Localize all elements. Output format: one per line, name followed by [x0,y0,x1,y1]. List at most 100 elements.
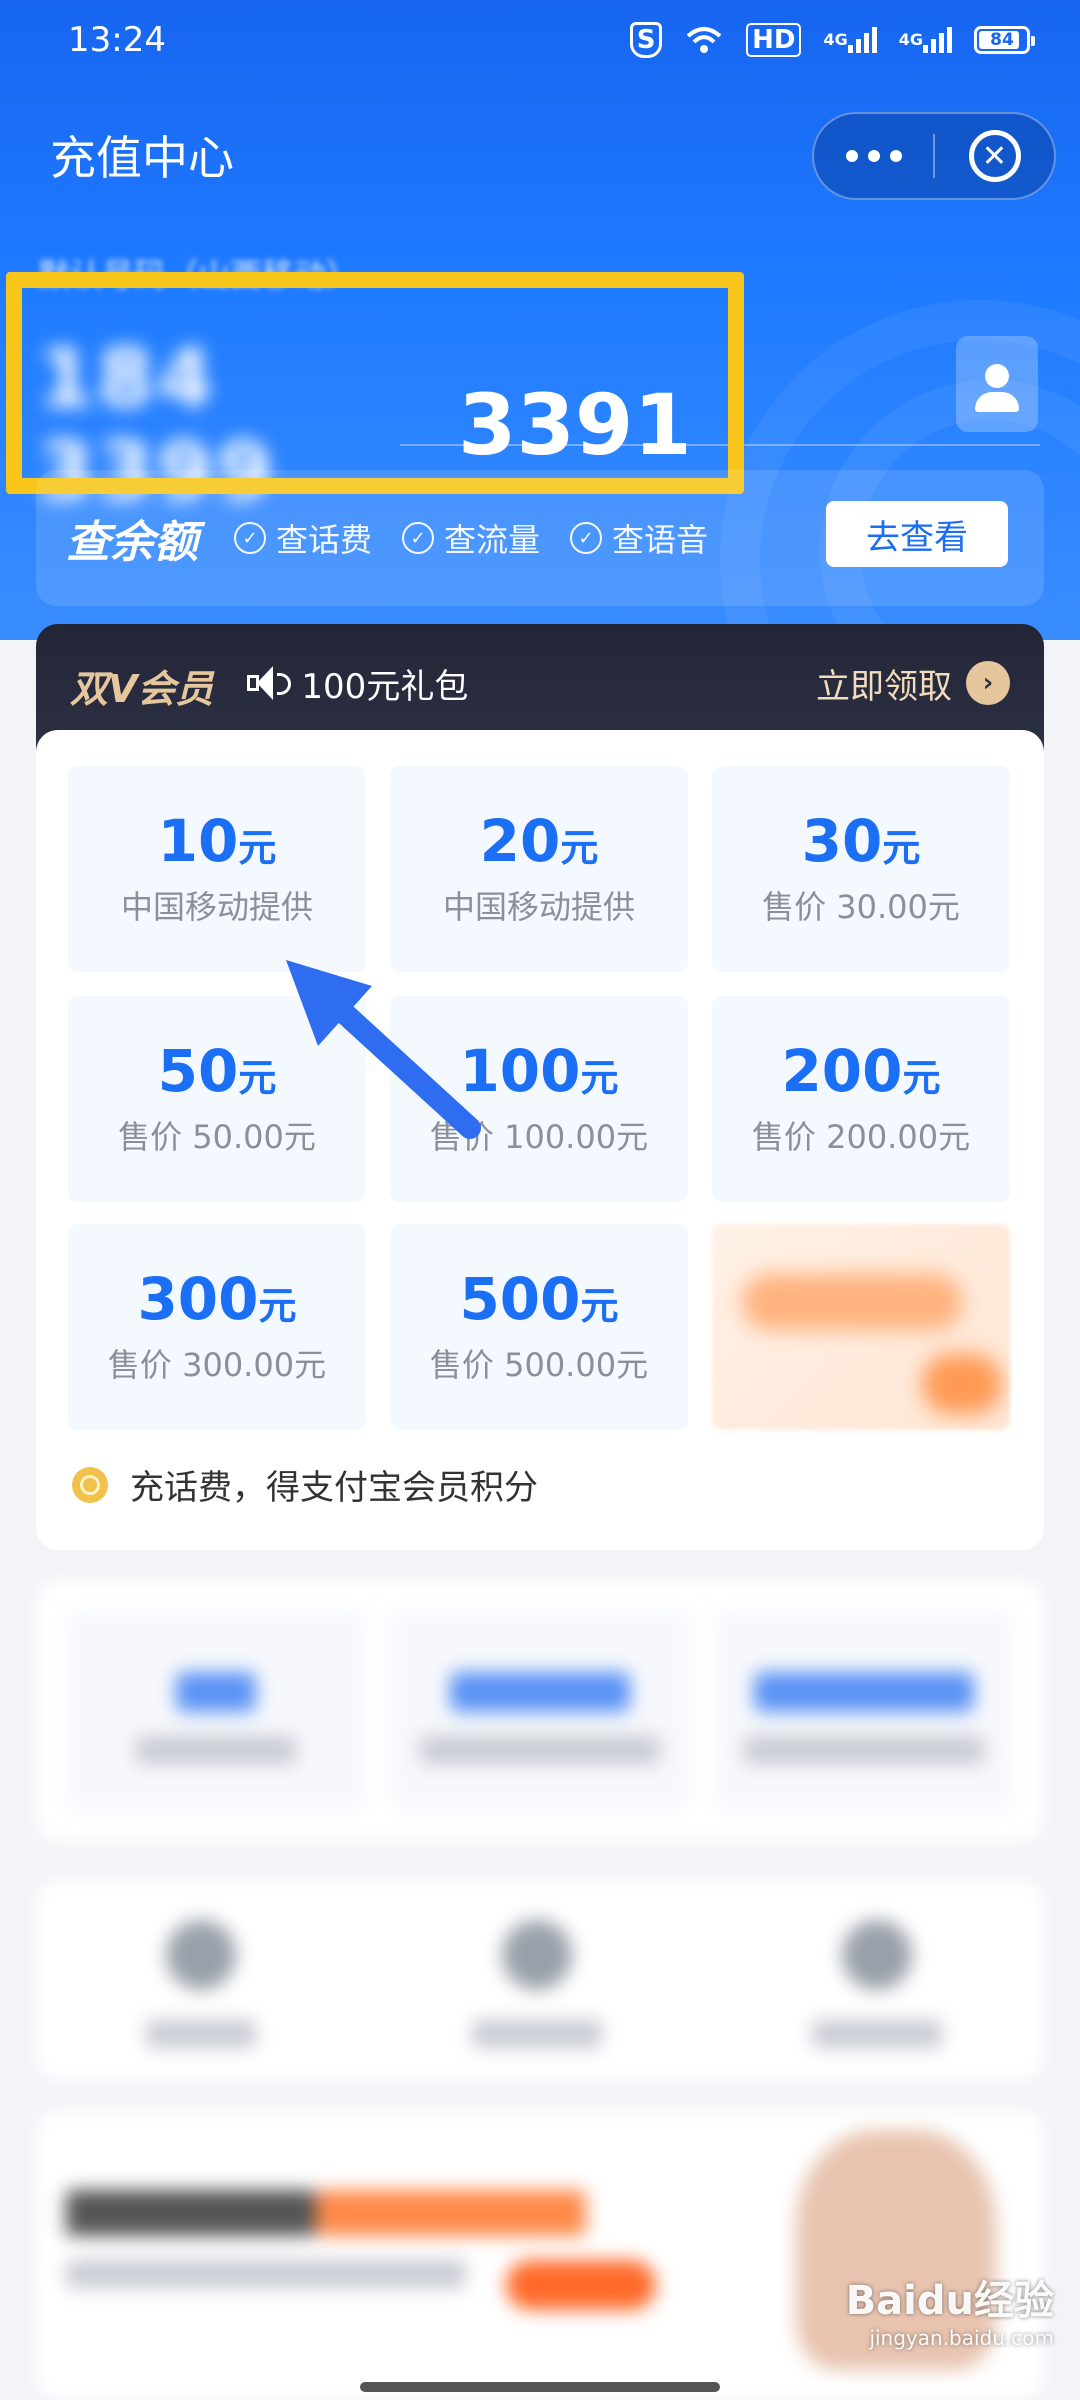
check-item-data[interactable]: ✓ 查流量 [402,515,540,561]
recharge-amount: 50元 [158,1039,277,1104]
recharge-note: 售价 50.00元 [118,1117,316,1156]
signal-label: 4G [898,30,923,49]
blurred-icon [166,1920,236,1990]
recharge-note: 售价 100.00元 [429,1117,649,1156]
close-circle-icon: ✕ [968,130,1021,182]
points-note-text: 充话费，得支付宝会员积分 [130,1468,538,1508]
points-note: 充话费，得支付宝会员积分 [72,1460,538,1509]
signal-icon: 4G [823,27,877,53]
check-label: 查流量 [444,521,541,559]
amount-unit: 元 [580,1284,619,1329]
recharge-option-500[interactable]: 500元 售价 500.00元 [390,1224,688,1430]
recharge-note: 售价 300.00元 [107,1345,327,1384]
signal-icon: 4G [899,27,952,53]
mini-app-capsule: ✕ [812,112,1056,200]
home-indicator[interactable] [360,2382,720,2392]
check-icon: ✓ [234,522,266,554]
amount-unit: 元 [580,1056,619,1101]
coin-icon [72,1466,108,1503]
battery-icon: 84 [974,26,1035,54]
check-label: 查语音 [612,521,709,559]
recharge-amount: 500元 [459,1265,619,1334]
status-time: 13:24 [68,20,166,60]
balance-title: 查余额 [66,517,198,568]
blurred-line [744,1736,984,1764]
chevron-right-icon: › [966,661,1010,705]
recharge-option-100[interactable]: 100元 售价 100.00元 [390,996,688,1202]
recharge-option-300[interactable]: 300元 售价 300.00元 [68,1224,366,1430]
blurred-pill [176,1672,256,1712]
view-balance-button[interactable]: 去查看 [826,501,1008,567]
blurred-line [472,2020,602,2048]
recharge-amount: 300元 [137,1265,297,1334]
recharge-option-30[interactable]: 30元 售价 30.00元 [712,766,1010,972]
status-bar: 13:24 S HD 4G 4G 84 [0,0,1080,80]
shield-icon: S [630,22,663,58]
recharge-note: 中国移动提供 [120,887,313,926]
blurred-pill [450,1672,630,1712]
recharge-option-200[interactable]: 200元 售价 200.00元 [712,996,1010,1202]
baidu-watermark: Baidu经验 jingyan.baidu.com [846,2268,1054,2350]
vip-claim-button[interactable]: 立即领取 › [816,658,1010,708]
amount-value: 10 [157,807,239,876]
recharge-note: 售价 30.00元 [762,887,960,926]
amount-unit: 元 [238,1056,277,1101]
recharge-note: 售价 500.00元 [429,1345,649,1384]
amount-unit: 元 [560,826,599,871]
recharge-option-50[interactable]: 50元 售价 50.00元 [68,996,366,1202]
recharge-amount: 200元 [781,1037,941,1106]
blurred-line [146,2020,256,2048]
amount-unit: 元 [902,1056,941,1101]
close-button[interactable]: ✕ [935,130,1054,182]
recharge-option-10[interactable]: 10元 中国移动提供 [68,766,366,972]
amount-unit: 元 [882,826,921,871]
recharge-card: 10元 中国移动提供 20元 中国移动提供 30元 售价 30.00元 50元 … [36,730,1044,1550]
check-item-fee[interactable]: ✓ 查话费 [234,515,372,561]
blurred-line [316,2190,586,2236]
blurred-line [136,1736,296,1764]
speaker-icon [247,663,293,703]
amount-value: 300 [137,1265,259,1334]
blurred-section-banner [36,2110,1044,2400]
blurred-line [66,2260,466,2288]
status-icons: S HD 4G 4G 84 [630,22,1035,58]
watermark-brand: Baidu经验 [845,2278,1054,2324]
recharge-note: 售价 200.00元 [751,1117,971,1156]
signal-label: 4G [823,30,848,49]
amount-value: 100 [459,1037,581,1106]
recharge-amount: 20元 [479,807,599,876]
more-dots-icon[interactable] [814,150,933,162]
contact-icon [985,364,1009,388]
recharge-amount: 10元 [157,807,277,876]
recharge-amount: 30元 [802,809,921,874]
watermark-url: jingyan.baidu.com [869,2326,1054,2350]
vip-gift: 100元礼包 [247,658,468,708]
promo-tile[interactable] [712,1224,1010,1430]
blurred-section-packages [36,1580,1044,1842]
blurred-icon [502,1920,572,1990]
blurred-icon [842,1920,912,1990]
balance-bar: 查余额 ✓ 查话费 ✓ 查流量 ✓ 查语音 去查看 [36,470,1044,606]
contact-icon-body [975,392,1019,412]
hd-voice-icon: HD [746,23,802,57]
highlight-box [6,272,744,494]
check-item-voice[interactable]: ✓ 查语音 [570,515,708,561]
check-label: 查话费 [276,521,373,559]
wifi-icon [684,24,724,56]
recharge-option-20[interactable]: 20元 中国移动提供 [390,766,688,972]
recharge-note: 中国移动提供 [442,887,635,926]
blurred-pill [754,1672,974,1712]
blurred-pill [506,2260,656,2310]
blurred-line [66,2190,316,2236]
amount-unit: 元 [258,1284,297,1329]
amount-value: 200 [781,1037,903,1106]
amount-value: 500 [459,1265,581,1334]
blurred-section-services [36,1880,1044,2080]
amount-unit: 元 [238,826,277,871]
page-title: 充值中心 [50,131,234,185]
blurred-line [420,1736,660,1764]
amount-value: 20 [479,807,561,876]
vip-claim-label: 立即领取 [816,666,952,707]
battery-level: 84 [990,30,1014,50]
contact-picker-button[interactable] [956,336,1038,432]
